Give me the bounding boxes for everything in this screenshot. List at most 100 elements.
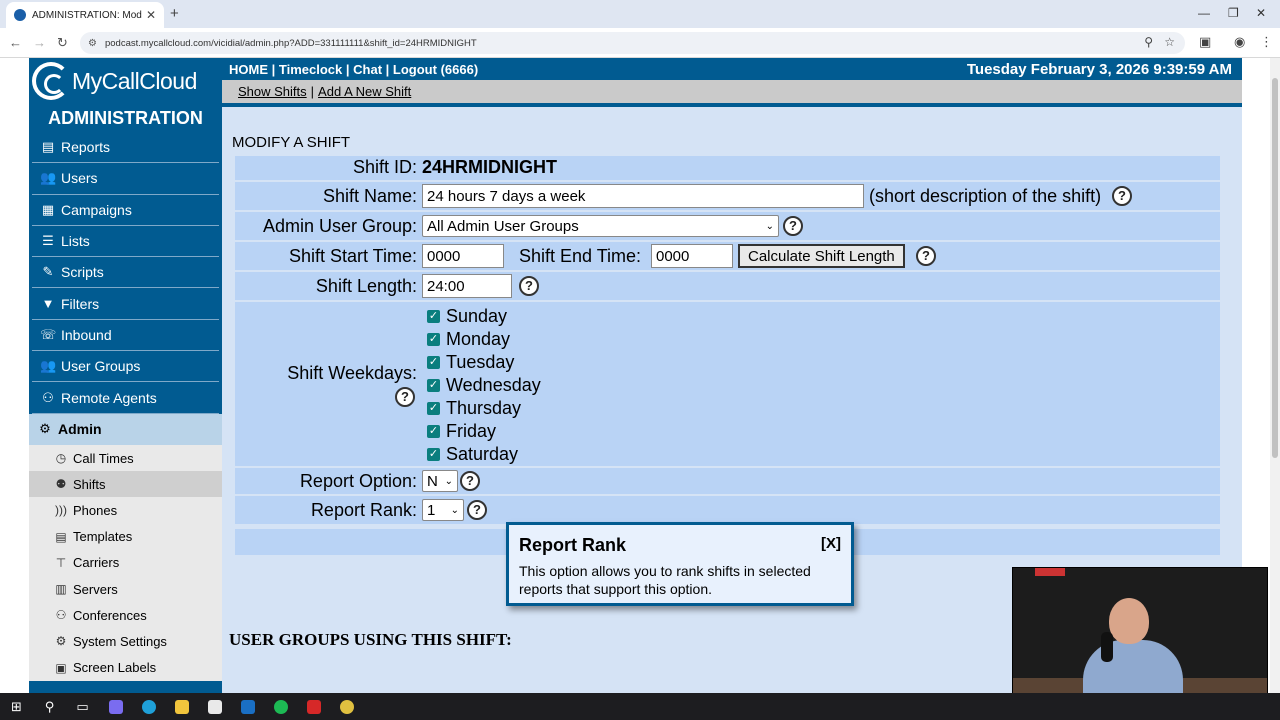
checkbox-checked-icon[interactable]: ✓ (427, 401, 440, 415)
back-icon[interactable]: ← (9, 35, 22, 50)
chrome-icon[interactable] (330, 693, 363, 720)
outlook-icon[interactable] (231, 693, 264, 720)
tooltip-close-button[interactable]: [X] (821, 535, 841, 552)
remote-agents-icon: ⚇ (42, 389, 54, 405)
row-shift-name: Shift Name: 24 hours 7 days a week (shor… (235, 182, 1220, 210)
subitem-carriers[interactable]: ⊤ Carriers (29, 550, 222, 576)
subitem-templates[interactable]: ▤ Templates (29, 524, 222, 550)
search-icon[interactable]: ⚲ (33, 693, 66, 720)
file-explorer-icon[interactable] (165, 693, 198, 720)
browser-menu-icon[interactable]: ⋮ (1260, 34, 1273, 50)
sidebar-item-remote-agents[interactable]: ⚇ Remote Agents (32, 382, 219, 414)
zoom-icon[interactable]: ⚲ (1144, 35, 1153, 49)
home-link[interactable]: HOME (229, 62, 268, 77)
sidebar-item-campaigns[interactable]: ▦ Campaigns (32, 195, 219, 226)
timeclock-link[interactable]: Timeclock (279, 62, 342, 77)
subitem-servers[interactable]: ▥ Servers (29, 576, 222, 602)
bookmark-star-icon[interactable]: ☆ (1164, 35, 1175, 49)
site-info-icon[interactable]: ⚙ (88, 38, 97, 49)
minimize-icon[interactable]: — (1198, 6, 1210, 20)
profile-icon[interactable]: ◉ (1234, 34, 1245, 50)
subitem-shifts[interactable]: ⚉ Shifts (29, 471, 222, 498)
subitem-call-times[interactable]: ◷ Call Times (29, 445, 222, 471)
mycallcloud-logo[interactable]: MyCallCloud (29, 58, 222, 104)
reports-icon: ▤ (41, 139, 55, 155)
checkbox-checked-icon[interactable]: ✓ (427, 424, 440, 438)
checkbox-checked-icon[interactable]: ✓ (427, 355, 440, 369)
reload-icon[interactable]: ↻ (57, 35, 68, 51)
forward-icon[interactable]: → (33, 35, 46, 50)
checkbox-checked-icon[interactable]: ✓ (427, 378, 440, 392)
sidebar-item-filters[interactable]: ▼ Filters (32, 288, 219, 320)
weekday-sunday[interactable]: ✓ Sunday (427, 305, 507, 327)
subitem-screen-labels[interactable]: ▣ Screen Labels (29, 654, 222, 680)
add-shift-link[interactable]: Add A New Shift (318, 84, 411, 99)
close-tab-icon[interactable]: ✕ (146, 8, 156, 22)
end-time-input[interactable]: 0000 (651, 244, 733, 268)
sidebar-item-label: Users (61, 170, 98, 187)
help-icon[interactable]: ? (1112, 186, 1132, 206)
browser-tab[interactable]: ADMINISTRATION: Modify Shift ✕ (6, 2, 164, 28)
report-option-select[interactable]: N ⌄ (422, 470, 458, 492)
row-report-option: Report Option: N ⌄ ? (235, 468, 1220, 494)
checkbox-checked-icon[interactable]: ✓ (427, 447, 440, 461)
sidebar-item-admin[interactable]: ⚙ Admin (29, 413, 222, 445)
store-icon[interactable] (198, 693, 231, 720)
weekday-friday[interactable]: ✓ Friday (427, 420, 496, 442)
filter-icon: ▼ (41, 296, 55, 312)
spotify-icon[interactable] (264, 693, 297, 720)
weekday-saturday[interactable]: ✓ Saturday (427, 443, 518, 465)
chat-link[interactable]: Chat (353, 62, 382, 77)
scrollbar-thumb[interactable] (1272, 78, 1278, 458)
admin-title: ADMINISTRATION (48, 108, 203, 128)
help-icon[interactable]: ? (519, 276, 539, 296)
sidebar-item-scripts[interactable]: ✎ Scripts (32, 257, 219, 289)
copilot-icon[interactable] (99, 693, 132, 720)
restore-icon[interactable]: ❐ (1228, 6, 1239, 20)
windows-start-icon[interactable]: ⊞ (0, 693, 33, 720)
sidebar-item-lists[interactable]: ☰ Lists (32, 226, 219, 258)
row-shift-length: Shift Length: 24:00 ? (235, 272, 1220, 300)
webcam-person-head (1109, 598, 1149, 644)
weekday-wednesday[interactable]: ✓ Wednesday (427, 374, 541, 396)
report-rank-select[interactable]: 1 ⌄ (422, 499, 464, 521)
shift-name-input[interactable]: 24 hours 7 days a week (422, 184, 864, 208)
checkbox-checked-icon[interactable]: ✓ (427, 309, 440, 323)
sidebar-item-inbound[interactable]: ☏ Inbound (32, 320, 219, 352)
weekday-monday[interactable]: ✓ Monday (427, 328, 510, 350)
browser-tab-bar: ADMINISTRATION: Modify Shift ✕ + — ❐ ✕ (0, 0, 1280, 28)
admin-group-select[interactable]: All Admin User Groups ⌄ (422, 215, 779, 237)
start-time-input[interactable]: 0000 (422, 244, 504, 268)
sidebar-item-users[interactable]: 👥 Users (32, 163, 219, 195)
report-rank-label: Report Rank: (310, 500, 417, 520)
show-shifts-link[interactable]: Show Shifts (238, 84, 307, 99)
task-view-icon[interactable]: ▭ (66, 693, 99, 720)
sidepanel-icon[interactable]: ▣ (1199, 34, 1211, 50)
sidebar-item-user-groups[interactable]: 👥 User Groups (32, 351, 219, 383)
page-scrollbar[interactable] (1270, 58, 1280, 693)
help-icon[interactable]: ? (916, 246, 936, 266)
edge-icon[interactable] (132, 693, 165, 720)
help-icon[interactable]: ? (460, 471, 480, 491)
weekday-thursday[interactable]: ✓ Thursday (427, 397, 521, 419)
red-app-icon[interactable] (297, 693, 330, 720)
shift-length-input[interactable]: 24:00 (422, 274, 512, 298)
subitem-phones[interactable]: ))) Phones (29, 497, 222, 523)
close-window-icon[interactable]: ✕ (1256, 6, 1266, 20)
webcam-sign (1035, 568, 1065, 576)
weekday-tuesday[interactable]: ✓ Tuesday (427, 351, 514, 373)
help-icon[interactable]: ? (467, 500, 487, 520)
subitem-conferences[interactable]: ⚇ Conferences (29, 602, 222, 628)
logout-link[interactable]: Logout (6666) (393, 62, 478, 77)
checkbox-checked-icon[interactable]: ✓ (427, 332, 440, 346)
help-icon[interactable]: ? (783, 216, 803, 236)
calculate-shift-length-button[interactable]: Calculate Shift Length (738, 244, 905, 268)
new-tab-icon[interactable]: + (170, 5, 179, 22)
sidebar-item-reports[interactable]: ▤ Reports (32, 132, 219, 164)
users-icon: 👥 (40, 170, 57, 186)
section-title: MODIFY A SHIFT (232, 134, 351, 151)
url-field[interactable]: ⚙ podcast.mycallcloud.com/vicidial/admin… (80, 32, 1185, 54)
weekdays-label: Shift Weekdays: (287, 363, 417, 383)
help-icon[interactable]: ? (395, 387, 415, 407)
subitem-system-settings[interactable]: ⚙ System Settings (29, 628, 222, 654)
